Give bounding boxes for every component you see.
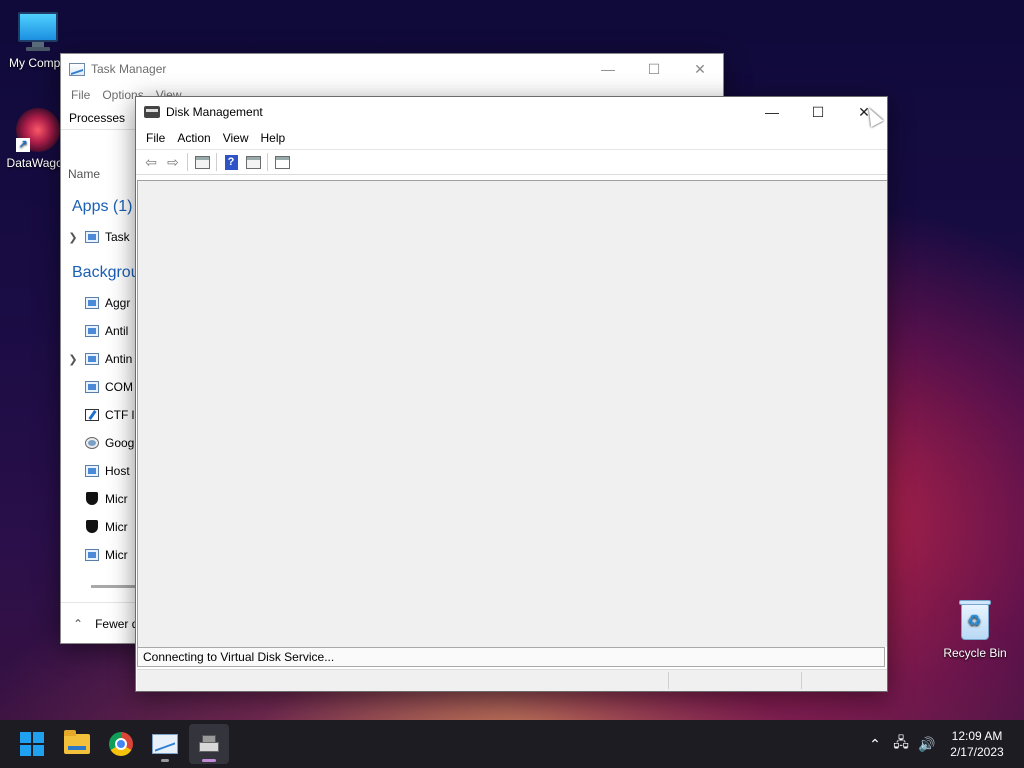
maximize-button[interactable]: ☐	[631, 54, 677, 84]
close-button[interactable]: ✕	[677, 54, 723, 84]
column-header-name[interactable]: Name	[68, 167, 100, 181]
clock-date: 2/17/2023	[950, 745, 1004, 759]
properties-icon[interactable]	[271, 152, 293, 172]
minimize-button[interactable]: —	[585, 54, 631, 84]
toolbar-separator	[267, 153, 268, 171]
taskbar-task-manager[interactable]	[145, 724, 185, 764]
chevron-up-icon[interactable]: ⌃	[862, 736, 888, 753]
clock-time: 12:09 AM	[951, 729, 1003, 743]
shortcut-arrow-icon: ↗	[16, 138, 30, 152]
chrome-icon	[109, 732, 133, 756]
horizontal-scrollbar[interactable]	[91, 585, 141, 588]
clock[interactable]: 12:09 AM 2/17/2023	[940, 728, 1014, 760]
process-row[interactable]: Aggr	[61, 291, 141, 315]
desktop-icon-recycle-bin[interactable]: ♻ Recycle Bin	[937, 598, 1013, 660]
recycle-bin-icon: ♻	[957, 598, 993, 642]
disk-management-menubar: File Action View Help	[136, 127, 887, 149]
pen-icon	[85, 409, 99, 421]
toolbar-separator	[187, 153, 188, 171]
network-icon[interactable]: 🖧	[888, 732, 914, 756]
process-row[interactable]: Goog	[61, 431, 141, 455]
gear-icon	[85, 437, 99, 449]
process-icon	[85, 381, 99, 393]
disk-management-toolbar: ⇦ ⇨ ?	[136, 149, 887, 175]
taskbar-google-chrome[interactable]	[101, 724, 141, 764]
group-header-apps: Apps (1)	[72, 198, 133, 215]
start-button[interactable]	[12, 724, 52, 764]
forward-arrow-icon[interactable]: ⇨	[162, 152, 184, 172]
taskbar: ⌃ 🖧 🔊 12:09 AM 2/17/2023	[0, 720, 1024, 768]
menu-view[interactable]: View	[217, 131, 255, 145]
computer-icon	[16, 12, 60, 52]
process-row[interactable]: Antil	[61, 319, 141, 343]
process-row[interactable]: CTF l	[61, 403, 141, 427]
show-hide-console-tree-icon[interactable]	[191, 152, 213, 172]
desktop-icon-label: Recycle Bin	[943, 646, 1007, 660]
task-manager-icon	[69, 62, 85, 76]
task-manager-icon	[152, 734, 178, 754]
help-icon[interactable]: ?	[220, 152, 242, 172]
active-indicator	[202, 759, 216, 762]
folder-icon	[64, 730, 90, 754]
expand-chevron-icon[interactable]: ❯	[61, 353, 85, 366]
expand-chevron-icon[interactable]: ❯	[61, 231, 85, 244]
shield-icon	[85, 492, 99, 506]
task-manager-titlebar[interactable]: Task Manager — ☐ ✕	[61, 54, 723, 84]
disk-management-content-area	[137, 180, 887, 647]
connection-status: Connecting to Virtual Disk Service...	[137, 647, 885, 667]
tab-processes[interactable]: Processes	[69, 111, 125, 125]
menu-file[interactable]: File	[65, 88, 96, 102]
disk-management-icon	[144, 106, 160, 118]
shield-icon	[85, 520, 99, 534]
toolbar-separator	[216, 153, 217, 171]
menu-file[interactable]: File	[140, 131, 171, 145]
process-icon	[85, 325, 99, 337]
process-row[interactable]: ❯ Antin	[61, 347, 141, 371]
taskbar-disk-management[interactable]	[189, 724, 229, 764]
minimize-button[interactable]: —	[749, 97, 795, 127]
taskbar-file-explorer[interactable]	[57, 724, 97, 764]
window-title: Disk Management	[166, 105, 263, 119]
process-icon	[85, 549, 99, 561]
process-row[interactable]: Micr	[61, 515, 141, 539]
process-icon	[85, 465, 99, 477]
task-manager-icon	[85, 231, 99, 243]
process-icon	[85, 297, 99, 309]
group-header-background: Backgrou	[72, 264, 140, 281]
process-row[interactable]: ❯ Task	[61, 225, 141, 249]
status-bar	[137, 669, 887, 691]
volume-icon[interactable]: 🔊	[914, 736, 940, 753]
process-row[interactable]: Micr	[61, 487, 141, 511]
show-hide-action-pane-icon[interactable]	[242, 152, 264, 172]
window-title: Task Manager	[91, 62, 167, 76]
menu-help[interactable]: Help	[255, 131, 292, 145]
fewer-details-link[interactable]: Fewer d	[95, 617, 138, 631]
system-tray: ⌃ 🖧 🔊 12:09 AM 2/17/2023	[862, 720, 1024, 768]
process-row[interactable]: Micr	[61, 543, 141, 567]
disk-management-window[interactable]: Disk Management — ☐ ✕ File Action View H…	[135, 96, 888, 692]
running-indicator	[161, 759, 169, 762]
process-icon	[85, 353, 99, 365]
disk-management-titlebar[interactable]: Disk Management — ☐ ✕	[136, 97, 887, 127]
process-row[interactable]: COM	[61, 375, 141, 399]
process-row[interactable]: Host	[61, 459, 141, 483]
maximize-button[interactable]: ☐	[795, 97, 841, 127]
windows-logo-icon	[20, 732, 44, 756]
datawagon-icon: ↗	[16, 108, 60, 152]
menu-action[interactable]: Action	[171, 131, 216, 145]
back-arrow-icon[interactable]: ⇦	[140, 152, 162, 172]
disk-management-icon	[198, 733, 220, 755]
chevron-up-icon[interactable]: ⌃	[73, 617, 83, 631]
